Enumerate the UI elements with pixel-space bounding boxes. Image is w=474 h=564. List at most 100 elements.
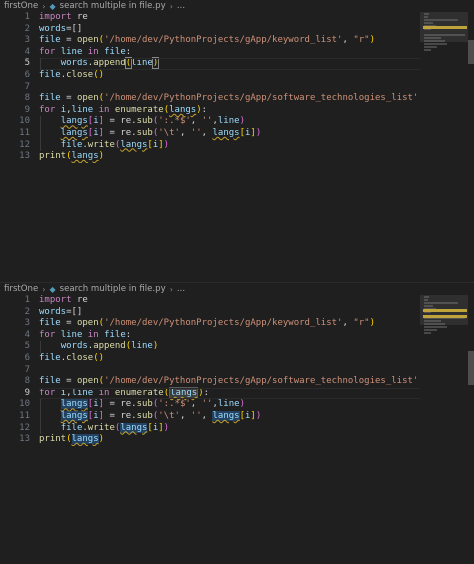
code-line[interactable]: file.write(langs[i]) bbox=[39, 422, 420, 435]
line-number: 1 bbox=[24, 12, 30, 22]
code-line[interactable] bbox=[39, 82, 420, 94]
code-area[interactable]: import re words=[] file = open('/home/dev/… bbox=[39, 12, 420, 163]
line-number: 10 bbox=[19, 116, 30, 127]
code-token: , bbox=[66, 387, 72, 398]
code-line[interactable]: file = open('/home/dev/PythonProjects/gA… bbox=[39, 318, 420, 330]
code-line[interactable]: words.append(line) bbox=[39, 341, 420, 353]
line-number: 8 bbox=[24, 93, 30, 104]
code-token: line bbox=[217, 116, 240, 127]
code-token: "r" bbox=[353, 35, 370, 46]
code-line[interactable]: file = open('/home/dev/PythonProjects/gA… bbox=[39, 35, 420, 47]
indent-guide bbox=[40, 341, 41, 353]
scrollbar-thumb[interactable] bbox=[468, 40, 474, 64]
code-token: langs bbox=[212, 410, 240, 421]
code-line[interactable]: words=[] bbox=[39, 24, 420, 36]
line-number: 1 bbox=[24, 295, 30, 305]
code-line[interactable]: file = open('/home/dev/PythonProjects/gA… bbox=[39, 93, 420, 105]
code-line[interactable]: file = open('/home/dev/PythonProjects/gA… bbox=[39, 376, 420, 388]
scrollbar-thumb[interactable] bbox=[468, 351, 474, 385]
code-token: sub bbox=[136, 399, 153, 410]
code-token: langs bbox=[169, 386, 199, 399]
minimap[interactable] bbox=[420, 12, 468, 282]
code-token: sub bbox=[136, 127, 153, 138]
code-token: langs bbox=[71, 434, 99, 445]
code-line[interactable]: for i,line in enumerate(langs): bbox=[39, 386, 420, 400]
code-token: line bbox=[217, 399, 240, 410]
line-number: 11 bbox=[19, 127, 30, 138]
code-line[interactable]: langs[i] = re.sub(':.*$', '',line) bbox=[39, 399, 420, 411]
code-line[interactable]: file.write(langs[i]) bbox=[39, 139, 420, 152]
code-token: , bbox=[190, 116, 202, 127]
code-token: '/home/dev/PythonProjects/gApp/software_… bbox=[104, 376, 419, 387]
code-token: '/home/dev/PythonProjects/gApp/software_… bbox=[104, 93, 419, 104]
code-token: words bbox=[39, 306, 67, 317]
code-line[interactable]: print(langs) bbox=[39, 151, 420, 163]
code-line[interactable] bbox=[39, 365, 420, 377]
code-line[interactable]: words.append(line) bbox=[39, 57, 420, 70]
line-number: 10 bbox=[19, 399, 30, 410]
code-token: i bbox=[60, 387, 67, 398]
breadcrumb-symbols[interactable]: ... bbox=[177, 284, 185, 294]
code-token: ) bbox=[255, 127, 262, 138]
code-line[interactable]: words=[] bbox=[39, 307, 420, 319]
code-line[interactable]: for i,line in enumerate(langs): bbox=[39, 105, 420, 117]
code-line[interactable]: file.close() bbox=[39, 353, 420, 365]
code-editor[interactable]: 1 2 3 4 5 6 7 8 9 10 11 12 13 import re words=[] file … bbox=[0, 12, 420, 282]
editor-pane-bottom: firstOne › ◆ search multiple in file.py … bbox=[0, 282, 474, 564]
line-number: 7 bbox=[24, 364, 30, 375]
minimap-line bbox=[424, 329, 438, 331]
code-token: line bbox=[71, 387, 94, 398]
code-line[interactable]: for line in file: bbox=[39, 330, 420, 342]
code-line[interactable]: print(langs) bbox=[39, 434, 420, 446]
breadcrumb-file[interactable]: search multiple in file.py bbox=[60, 1, 166, 11]
code-token: , bbox=[179, 410, 191, 421]
code-token: '/home/dev/PythonProjects/gApp/keyword_l… bbox=[104, 318, 343, 329]
breadcrumb-folder[interactable]: firstOne bbox=[4, 284, 38, 294]
code-token: = bbox=[60, 376, 77, 387]
code-token: ) bbox=[163, 139, 170, 150]
code-line[interactable]: file.close() bbox=[39, 70, 420, 82]
code-token: re bbox=[120, 127, 132, 138]
code-line[interactable]: langs[i] = re.sub('\t', '', langs[i]) bbox=[39, 127, 420, 140]
code-token: =[] bbox=[66, 23, 83, 34]
code-token: langs bbox=[169, 104, 197, 115]
code-token: '' bbox=[190, 127, 202, 138]
code-area[interactable]: import re words=[] file = open('/home/dev/… bbox=[39, 295, 420, 446]
code-token: ( bbox=[124, 57, 133, 70]
line-number: 4 bbox=[24, 329, 30, 340]
code-token: line bbox=[60, 46, 83, 57]
code-token: , bbox=[201, 410, 213, 421]
code-token: langs bbox=[71, 151, 99, 162]
breadcrumb-symbols[interactable]: ... bbox=[177, 1, 185, 11]
indent-guide bbox=[40, 116, 41, 128]
minimap-line bbox=[424, 332, 431, 334]
code-line[interactable]: import re bbox=[39, 295, 420, 307]
code-token: for bbox=[39, 46, 61, 57]
code-token: =[] bbox=[66, 306, 83, 317]
code-editor[interactable]: 1 2 3 4 5 6 7 8 9 10 11 12 13 import re words=[] file … bbox=[0, 295, 420, 564]
code-token: langs bbox=[120, 422, 148, 433]
code-token: open bbox=[76, 35, 99, 46]
code-token: = bbox=[60, 93, 77, 104]
python-file-icon: ◆ bbox=[49, 1, 56, 11]
code-line[interactable]: import re bbox=[39, 12, 420, 24]
code-token: close bbox=[66, 352, 94, 363]
line-number: 13 bbox=[19, 151, 30, 162]
code-token: open bbox=[76, 318, 99, 329]
code-token: ) bbox=[369, 318, 376, 329]
line-number-gutter: 1 2 3 4 5 6 7 8 9 10 11 12 13 bbox=[0, 295, 30, 446]
vertical-scrollbar[interactable] bbox=[468, 295, 474, 564]
breadcrumb-folder[interactable]: firstOne bbox=[4, 1, 38, 11]
code-token: = bbox=[60, 318, 77, 329]
code-token: append bbox=[93, 58, 126, 69]
code-line[interactable]: for line in file: bbox=[39, 47, 420, 59]
minimap-line bbox=[424, 49, 431, 51]
line-number: 6 bbox=[24, 352, 30, 363]
code-line[interactable]: langs[i] = re.sub('\t', '', langs[i]) bbox=[39, 410, 420, 423]
breadcrumb-file[interactable]: search multiple in file.py bbox=[60, 284, 166, 294]
code-line[interactable]: langs[i] = re.sub(':.*$', '',line) bbox=[39, 116, 420, 128]
breadcrumb: firstOne › ◆ search multiple in file.py … bbox=[0, 283, 424, 295]
minimap[interactable] bbox=[420, 295, 468, 564]
